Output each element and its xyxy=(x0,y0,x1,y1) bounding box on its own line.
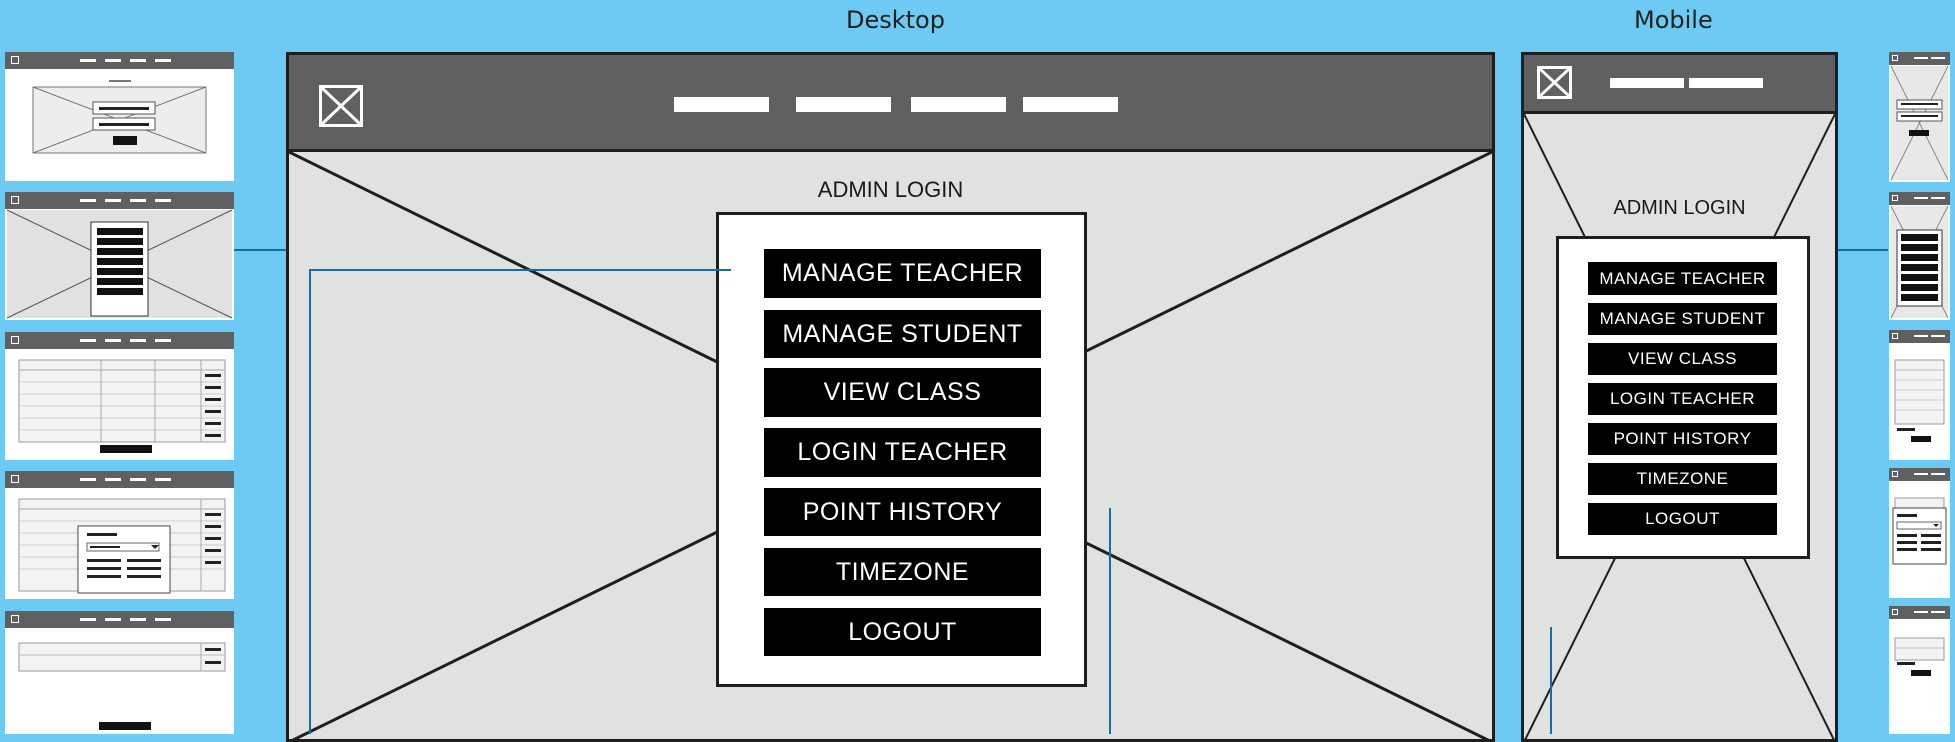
thumbnail-table-dialog[interactable] xyxy=(5,471,234,599)
desktop-label: Desktop xyxy=(846,6,945,34)
nav-link-2[interactable] xyxy=(1689,78,1763,88)
thumbnail-sketch xyxy=(6,209,233,319)
thumbnail-admin-menu[interactable] xyxy=(5,192,234,320)
nav-link-1[interactable] xyxy=(1610,78,1684,88)
page-title: ADMIN LOGIN xyxy=(1613,197,1746,219)
mobile-thumbnail-sketch xyxy=(1894,359,1945,442)
desktop-wireframe: ADMIN LOGIN MANAGE TEACHER MANAGE STUDEN… xyxy=(286,52,1495,742)
mobile-thumbnail-admin-login[interactable] xyxy=(1889,52,1950,182)
flow-connector xyxy=(309,269,311,734)
connector-line xyxy=(234,249,286,251)
mobile-thumbnail-sketch xyxy=(1890,205,1949,319)
view-class-button[interactable]: VIEW CLASS xyxy=(1588,343,1777,375)
point-history-button[interactable]: POINT HISTORY xyxy=(764,488,1041,536)
desktop-header xyxy=(289,55,1492,152)
mobile-thumbnail-table-dialog[interactable] xyxy=(1889,468,1950,598)
thumbnail-table-view[interactable] xyxy=(5,332,234,460)
manage-teacher-button[interactable]: MANAGE TEACHER xyxy=(1588,262,1777,295)
manage-student-button[interactable]: MANAGE STUDENT xyxy=(764,310,1041,358)
logout-button[interactable]: LOGOUT xyxy=(764,608,1041,656)
thumbnail-sketch xyxy=(18,642,226,730)
nav-link-4[interactable] xyxy=(1023,97,1118,112)
menu-panel: MANAGE TEACHER MANAGE STUDENT VIEW CLASS… xyxy=(1556,236,1810,559)
mobile-thumbnail-admin-menu[interactable] xyxy=(1889,192,1950,320)
image-placeholder-icon[interactable] xyxy=(1537,66,1572,99)
mobile-wireframe: ADMIN LOGIN MANAGE TEACHER MANAGE STUDEN… xyxy=(1521,52,1838,742)
manage-student-button[interactable]: MANAGE STUDENT xyxy=(1588,303,1777,335)
flow-connector xyxy=(1550,627,1552,734)
thumbnail-sketch xyxy=(18,498,226,594)
mobile-label: Mobile xyxy=(1634,6,1713,34)
mobile-thumbnail-sketch xyxy=(1890,65,1949,181)
flow-connector xyxy=(309,269,731,271)
menu-panel: MANAGE TEACHER MANAGE STUDENT VIEW CLASS… xyxy=(716,212,1087,687)
thumbnail-sketch xyxy=(18,359,226,453)
thumbnail-sketch xyxy=(32,80,207,154)
login-teacher-button[interactable]: LOGIN TEACHER xyxy=(1588,383,1777,415)
mobile-thumbnail-sketch xyxy=(1892,497,1947,565)
mobile-thumbnail-search-view[interactable] xyxy=(1889,606,1950,734)
logout-button[interactable]: LOGOUT xyxy=(1588,503,1777,535)
nav-link-3[interactable] xyxy=(911,97,1006,112)
manage-teacher-button[interactable]: MANAGE TEACHER xyxy=(764,249,1041,298)
page-title: ADMIN LOGIN xyxy=(817,177,964,202)
nav-link-2[interactable] xyxy=(796,97,891,112)
timezone-button[interactable]: TIMEZONE xyxy=(1588,463,1777,495)
thumbnail-search-view[interactable] xyxy=(5,611,234,734)
login-teacher-button[interactable]: LOGIN TEACHER xyxy=(764,428,1041,477)
nav-link-1[interactable] xyxy=(674,97,769,112)
connector-line xyxy=(1838,249,1888,251)
thumbnail-admin-login[interactable] xyxy=(5,52,234,181)
mobile-thumbnail-sketch xyxy=(1894,637,1945,676)
flow-connector xyxy=(1109,508,1111,734)
timezone-button[interactable]: TIMEZONE xyxy=(764,548,1041,596)
mobile-header xyxy=(1524,55,1835,114)
point-history-button[interactable]: POINT HISTORY xyxy=(1588,423,1777,455)
mobile-thumbnail-table-view[interactable] xyxy=(1889,330,1950,460)
view-class-button[interactable]: VIEW CLASS xyxy=(764,368,1041,417)
image-placeholder-icon[interactable] xyxy=(319,85,363,127)
